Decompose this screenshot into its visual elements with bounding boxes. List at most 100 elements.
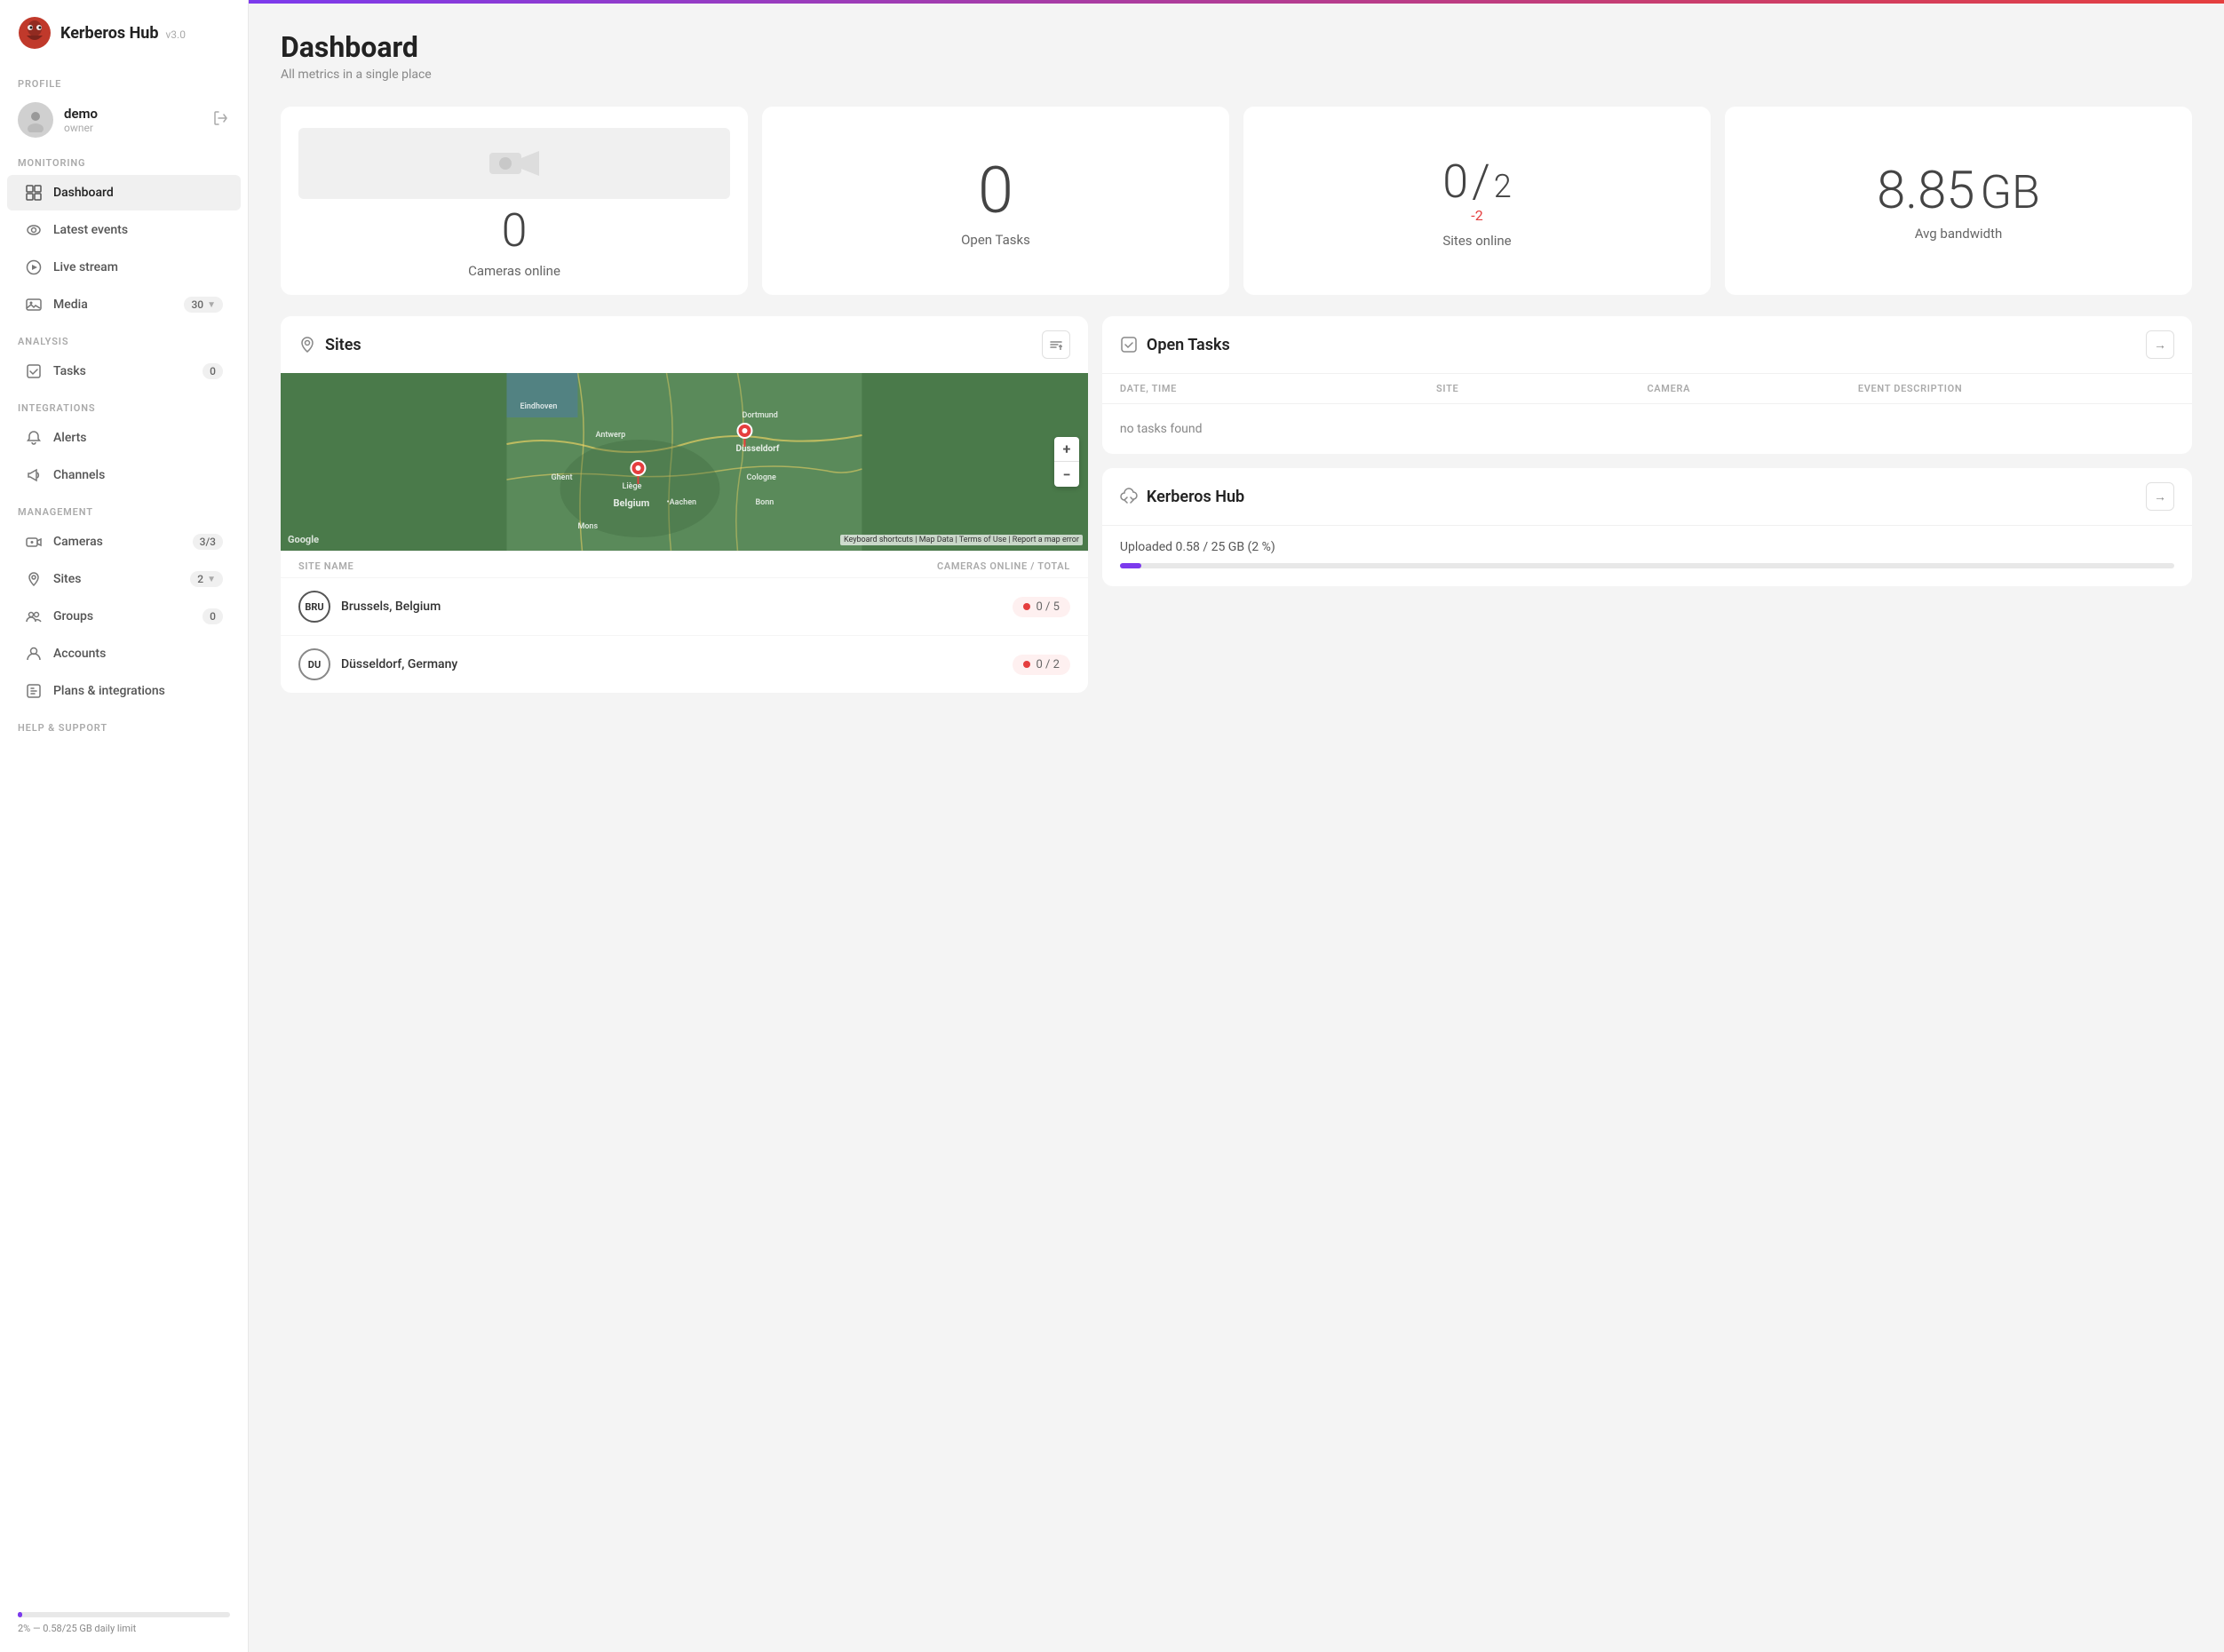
kerberos-logo-icon xyxy=(18,16,52,50)
no-tasks-message: no tasks found xyxy=(1102,403,2192,454)
profile-section-label: PROFILE xyxy=(0,66,248,95)
sidebar-item-dashboard[interactable]: Dashboard xyxy=(7,175,241,210)
logout-icon[interactable] xyxy=(212,109,230,131)
location-card-icon xyxy=(298,336,316,353)
sidebar-item-alerts[interactable]: Alerts xyxy=(7,420,241,456)
site-row-dusseldorf: DU Düsseldorf, Germany 0 / 2 xyxy=(281,635,1088,693)
plans-label: Plans & integrations xyxy=(53,684,165,698)
hub-card-title: Kerberos Hub xyxy=(1120,488,1244,506)
accounts-label: Accounts xyxy=(53,647,106,661)
cameras-online-card: 0 Cameras online xyxy=(281,107,748,295)
site-header: SITE xyxy=(1436,383,1647,394)
open-tasks-detail-card: Open Tasks → DATE, TIME SITE CAMERA EVEN… xyxy=(1102,316,2192,454)
kerberos-hub-card: Kerberos Hub → Uploaded 0.58 / 25 GB (2 … xyxy=(1102,468,2192,586)
open-tasks-card: 0 Open Tasks xyxy=(762,107,1229,295)
person-icon xyxy=(25,645,43,663)
cameras-badge: 3/3 xyxy=(193,534,223,550)
sidebar-item-groups[interactable]: Groups 0 xyxy=(7,599,241,634)
site-left-brussels: BRU Brussels, Belgium xyxy=(298,591,441,623)
location-icon xyxy=(25,570,43,588)
sidebar-item-media[interactable]: Media 30 ▼ xyxy=(7,287,241,322)
camera-header: CAMERA xyxy=(1647,383,1857,394)
hub-upload-label: Uploaded 0.58 / 25 GB (2 %) xyxy=(1120,540,2174,554)
profile-info: demo owner xyxy=(64,106,98,134)
sites-card: Sites xyxy=(281,316,1088,693)
avg-bandwidth-card: 8.85 GB Avg bandwidth xyxy=(1725,107,2192,295)
open-tasks-value: 0 xyxy=(978,159,1013,223)
dusseldorf-cameras: 0 / 2 xyxy=(1036,658,1059,671)
sites-online-total: 2 xyxy=(1494,171,1512,203)
sidebar-item-cameras[interactable]: Cameras 3/3 xyxy=(7,524,241,560)
plans-icon xyxy=(25,682,43,700)
svg-text:Ghent: Ghent xyxy=(551,473,572,482)
sidebar-item-accounts[interactable]: Accounts xyxy=(7,636,241,671)
tasks-label: Tasks xyxy=(53,364,86,378)
map-zoom-in-button[interactable]: + xyxy=(1054,437,1079,462)
tasks-badge: 0 xyxy=(203,363,223,379)
sites-card-title: Sites xyxy=(298,336,361,354)
hub-arrow-button[interactable]: → xyxy=(2146,482,2174,511)
open-tasks-arrow-button[interactable]: → xyxy=(2146,330,2174,359)
app-version: v3.0 xyxy=(165,28,185,41)
bandwidth-label: Avg bandwidth xyxy=(1915,226,2003,242)
sites-card-header: Sites xyxy=(281,316,1088,373)
tasks-card-icon xyxy=(1120,336,1138,353)
profile-row: demo owner xyxy=(0,95,248,145)
map-zoom-out-button[interactable]: − xyxy=(1054,462,1079,487)
sidebar-header: Kerberos Hub v3.0 xyxy=(0,0,248,66)
sites-online-label: Sites online xyxy=(1442,233,1511,249)
bandwidth-value-group: 8.85 GB xyxy=(1877,165,2040,217)
hub-progress-bar xyxy=(1120,563,2174,568)
sidebar-progress-label: 2% — 0.58/25 GB daily limit xyxy=(18,1623,230,1634)
metric-cards: 0 Cameras online 0 Open Tasks 0 / 2 -2 S… xyxy=(281,107,2192,295)
page-subtitle: All metrics in a single place xyxy=(281,68,2192,82)
tasks-icon xyxy=(25,362,43,380)
eye-icon xyxy=(25,221,43,239)
tasks-table-header: DATE, TIME SITE CAMERA EVENT DESCRIPTION xyxy=(1102,373,2192,403)
sidebar-item-tasks[interactable]: Tasks 0 xyxy=(7,353,241,389)
right-panel: Open Tasks → DATE, TIME SITE CAMERA EVEN… xyxy=(1102,316,2192,693)
dusseldorf-name: Düsseldorf, Germany xyxy=(341,657,457,671)
page-title: Dashboard xyxy=(281,30,2192,64)
sites-settings-button[interactable] xyxy=(1042,330,1070,359)
help-section-label: HELP & SUPPORT xyxy=(0,710,248,739)
svg-text:Bonn: Bonn xyxy=(755,498,774,507)
sidebar: Kerberos Hub v3.0 PROFILE demo owner MON… xyxy=(0,0,249,1652)
sites-online-diff: -2 xyxy=(1471,207,1482,224)
svg-text:Eindhoven: Eindhoven xyxy=(520,402,557,411)
brussels-status-dot xyxy=(1023,603,1030,610)
profile-role: owner xyxy=(64,122,98,134)
grid-icon xyxy=(25,184,43,202)
dashboard-label: Dashboard xyxy=(53,186,114,200)
bottom-grid: Sites xyxy=(281,316,2192,693)
hub-card-header: Kerberos Hub → xyxy=(1102,468,2192,525)
profile-name: demo xyxy=(64,106,98,122)
hub-card-body: Uploaded 0.58 / 25 GB (2 %) xyxy=(1102,525,2192,586)
bandwidth-value: 8.85 xyxy=(1877,165,1974,217)
live-stream-label: Live stream xyxy=(53,260,118,274)
alerts-label: Alerts xyxy=(53,431,87,445)
sidebar-item-latest-events[interactable]: Latest events xyxy=(7,212,241,248)
map-svg: Eindhoven Antwerp Ghent Belgium Mons Liè… xyxy=(281,373,1088,551)
map-attribution: Keyboard shortcuts | Map Data | Terms of… xyxy=(840,535,1083,545)
sites-badge: 2 ▼ xyxy=(190,571,223,587)
sidebar-progress-fill xyxy=(18,1612,22,1617)
sidebar-item-live-stream[interactable]: Live stream xyxy=(7,250,241,285)
cameras-online-value: 0 xyxy=(502,208,528,254)
groups-badge: 0 xyxy=(203,608,223,624)
svg-text:Düsseldorf: Düsseldorf xyxy=(735,444,779,454)
latest-events-label: Latest events xyxy=(53,223,128,237)
play-circle-icon xyxy=(25,258,43,276)
media-badge: 30 ▼ xyxy=(184,297,223,313)
sidebar-item-sites[interactable]: Sites 2 ▼ xyxy=(7,561,241,597)
sidebar-item-channels[interactable]: Channels xyxy=(7,457,241,493)
date-time-header: DATE, TIME xyxy=(1120,383,1436,394)
brussels-badge: BRU xyxy=(298,591,330,623)
svg-text:Mons: Mons xyxy=(577,522,598,531)
sidebar-footer: 2% — 0.58/25 GB daily limit xyxy=(0,1598,248,1652)
site-left-dusseldorf: DU Düsseldorf, Germany xyxy=(298,648,457,680)
sidebar-item-plans[interactable]: Plans & integrations xyxy=(7,673,241,709)
sites-table-header: SITE NAME CAMERAS ONLINE / TOTAL xyxy=(281,551,1088,577)
site-row-brussels: BRU Brussels, Belgium 0 / 5 xyxy=(281,577,1088,635)
groups-label: Groups xyxy=(53,609,93,623)
